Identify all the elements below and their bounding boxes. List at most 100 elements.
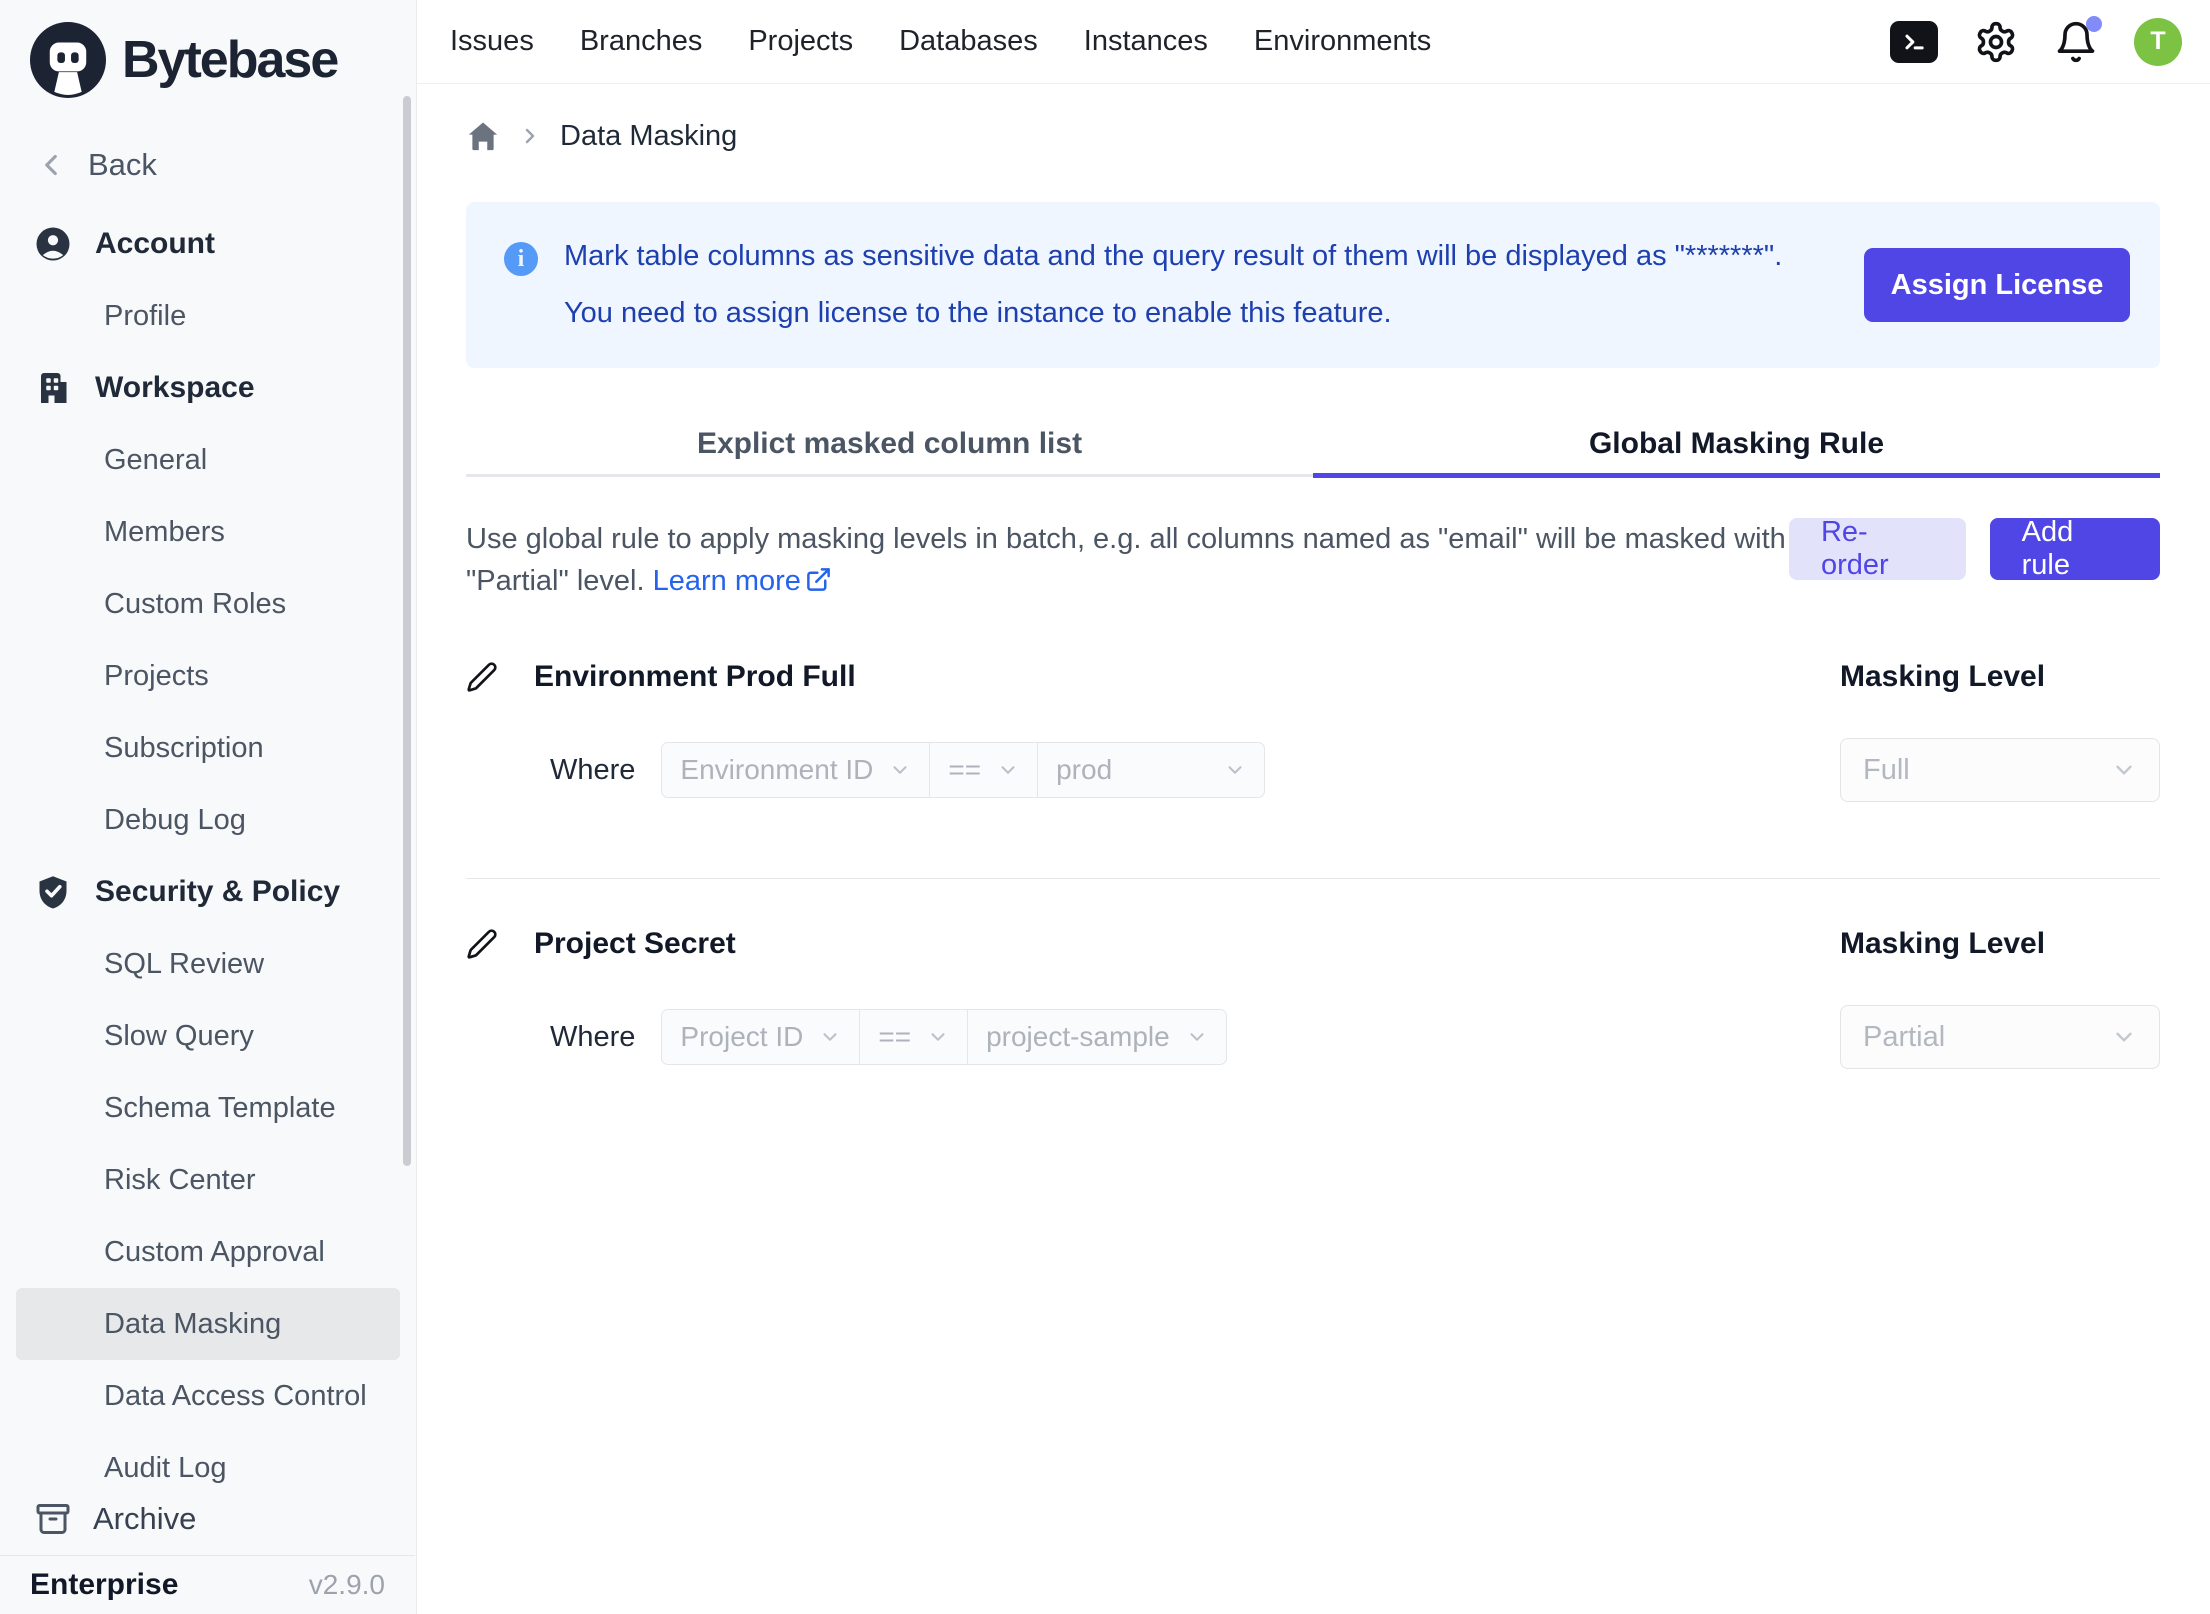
pencil-icon[interactable] <box>466 928 498 960</box>
condition-field-select[interactable]: Project ID <box>661 1009 860 1065</box>
condition-operator-select[interactable]: == <box>929 742 1038 798</box>
condition-operator-select[interactable]: == <box>859 1009 968 1065</box>
bytebase-logo-icon <box>30 22 106 98</box>
archive-label: Archive <box>93 1501 196 1537</box>
sidebar-scrollbar[interactable] <box>403 96 411 1166</box>
sidebar-item-members[interactable]: Members <box>16 496 400 568</box>
rules-description: Use global rule to apply masking levels … <box>466 518 1789 602</box>
chevron-left-icon <box>34 148 68 182</box>
sidebar-item-general[interactable]: General <box>16 424 400 496</box>
info-icon: i <box>504 242 538 276</box>
tab-global-masking-rule[interactable]: Global Masking Rule <box>1313 410 2160 478</box>
chevron-down-icon <box>2111 1024 2137 1050</box>
chevron-down-icon <box>889 759 911 781</box>
condition-select-group: Environment ID == prod <box>661 742 1265 798</box>
brand-logo[interactable]: Bytebase <box>30 22 337 98</box>
masking-level-label: Masking Level <box>1840 927 2160 961</box>
rule-divider <box>466 878 2160 879</box>
chevron-down-icon <box>2111 757 2137 783</box>
top-nav-links: Issues Branches Projects Databases Insta… <box>450 25 1431 58</box>
masking-level-select[interactable]: Partial <box>1840 1005 2160 1069</box>
where-label: Where <box>550 754 635 787</box>
banner-line2: You need to assign license to the instan… <box>564 285 1782 342</box>
masking-tabs: Explict masked column list Global Maskin… <box>466 410 2160 478</box>
avatar[interactable]: T <box>2134 18 2182 66</box>
rules-header: Use global rule to apply masking levels … <box>466 518 2160 602</box>
condition-value-select[interactable]: prod <box>1037 742 1265 798</box>
archive-icon <box>35 1501 71 1537</box>
masking-level-select[interactable]: Full <box>1840 738 2160 802</box>
sidebar-nav: Account Profile Workspace General Member… <box>0 208 416 1504</box>
banner-text: Mark table columns as sensitive data and… <box>564 228 1782 342</box>
sidebar-item-subscription[interactable]: Subscription <box>16 712 400 784</box>
settings-button[interactable] <box>1974 20 2018 64</box>
sidebar-item-profile[interactable]: Profile <box>16 280 400 352</box>
rule-condition-row: Where Project ID == project-sample <box>466 1009 1800 1065</box>
nav-branches[interactable]: Branches <box>580 25 703 58</box>
page-content: Data Masking i Mark table columns as sen… <box>417 110 2210 1069</box>
avatar-initial: T <box>2150 27 2165 56</box>
sql-editor-button[interactable] <box>1890 21 1938 63</box>
nav-projects[interactable]: Projects <box>748 25 853 58</box>
top-navbar: Issues Branches Projects Databases Insta… <box>417 0 2210 84</box>
sidebar-item-projects[interactable]: Projects <box>16 640 400 712</box>
sidebar-section-workspace: Workspace <box>0 352 416 424</box>
building-icon <box>35 370 71 406</box>
sidebar-section-account: Account <box>0 208 416 280</box>
chevron-down-icon <box>1224 759 1246 781</box>
back-label: Back <box>88 147 157 183</box>
chevron-down-icon <box>927 1026 949 1048</box>
sidebar-item-schema-template[interactable]: Schema Template <box>16 1072 400 1144</box>
rule-title: Project Secret <box>534 927 736 961</box>
sidebar-section-security-policy: Security & Policy <box>0 856 416 928</box>
nav-environments[interactable]: Environments <box>1254 25 1431 58</box>
external-link-icon <box>805 566 832 593</box>
archive-button[interactable]: Archive <box>0 1483 415 1555</box>
nav-issues[interactable]: Issues <box>450 25 534 58</box>
brand-name: Bytebase <box>122 30 337 90</box>
sidebar-bottom: Archive Enterprise v2.9.0 <box>0 1483 415 1614</box>
notification-dot <box>2086 16 2102 32</box>
sidebar-item-data-masking[interactable]: Data Masking <box>16 1288 400 1360</box>
terminal-icon <box>1898 28 1930 56</box>
tab-explicit-masked-column-list[interactable]: Explict masked column list <box>466 410 1313 478</box>
sidebar-item-debug-log[interactable]: Debug Log <box>16 784 400 856</box>
condition-value-select[interactable]: project-sample <box>967 1009 1227 1065</box>
sidebar-item-data-access-control[interactable]: Data Access Control <box>16 1360 400 1432</box>
settings-sidebar: Bytebase Back Account Profile Workspace … <box>0 0 417 1614</box>
chevron-down-icon <box>819 1026 841 1048</box>
sidebar-item-custom-approval[interactable]: Custom Approval <box>16 1216 400 1288</box>
back-button[interactable]: Back <box>34 135 157 195</box>
rule-title: Environment Prod Full <box>534 660 856 694</box>
add-rule-button[interactable]: Add rule <box>1990 518 2160 580</box>
rule-title-row: Project Secret <box>466 927 1800 961</box>
chevron-down-icon <box>1186 1026 1208 1048</box>
masking-rule-environment-prod-full: Environment Prod Full Masking Level Wher… <box>466 660 2160 802</box>
where-label: Where <box>550 1021 635 1054</box>
sidebar-item-sql-review[interactable]: SQL Review <box>16 928 400 1000</box>
reorder-button[interactable]: Re-order <box>1789 518 1966 580</box>
nav-instances[interactable]: Instances <box>1084 25 1208 58</box>
sidebar-item-risk-center[interactable]: Risk Center <box>16 1144 400 1216</box>
notifications-button[interactable] <box>2054 20 2098 64</box>
version-label: v2.9.0 <box>309 1569 385 1601</box>
masking-level-label: Masking Level <box>1840 660 2160 694</box>
assign-license-button[interactable]: Assign License <box>1864 248 2130 322</box>
license-banner: i Mark table columns as sensitive data a… <box>466 202 2160 368</box>
rules-actions: Re-order Add rule <box>1789 518 2160 580</box>
app-window: Bytebase Back Account Profile Workspace … <box>0 0 2210 1614</box>
learn-more-link[interactable]: Learn more <box>653 565 832 597</box>
chevron-down-icon <box>997 759 1019 781</box>
nav-databases[interactable]: Databases <box>899 25 1038 58</box>
pencil-icon[interactable] <box>466 661 498 693</box>
sidebar-item-slow-query[interactable]: Slow Query <box>16 1000 400 1072</box>
chevron-right-icon <box>518 124 542 148</box>
user-circle-icon <box>35 226 71 262</box>
breadcrumb: Data Masking <box>466 110 2160 162</box>
sidebar-footer: Enterprise v2.9.0 <box>0 1555 415 1614</box>
rule-title-row: Environment Prod Full <box>466 660 1800 694</box>
sidebar-item-custom-roles[interactable]: Custom Roles <box>16 568 400 640</box>
home-icon[interactable] <box>466 119 500 153</box>
plan-label: Enterprise <box>30 1568 178 1602</box>
condition-field-select[interactable]: Environment ID <box>661 742 930 798</box>
